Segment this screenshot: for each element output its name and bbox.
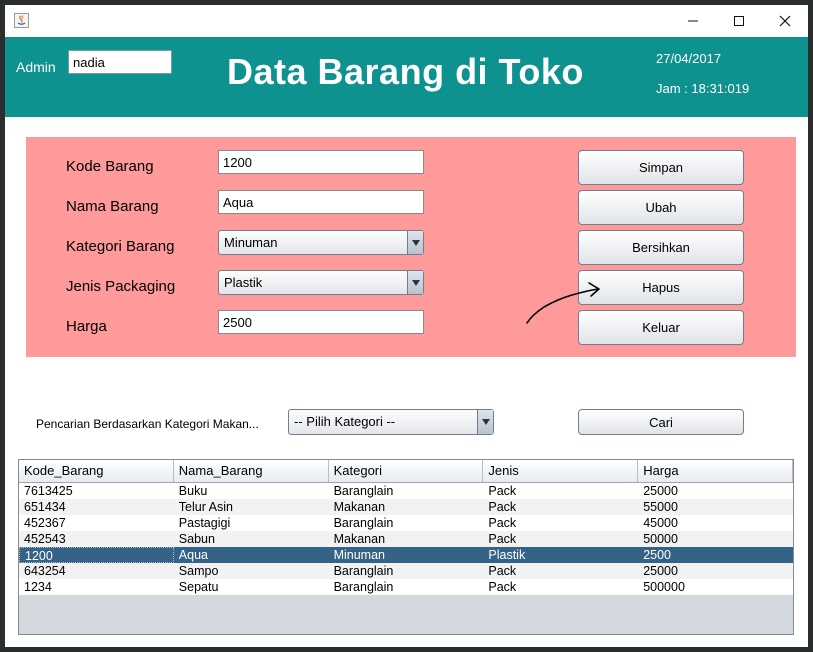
table-cell: 643254 (24, 564, 66, 578)
table-cell: Baranglain (333, 564, 394, 578)
jenis-packaging-dropdown[interactable]: Plastik (218, 270, 424, 295)
bersihkan-button[interactable]: Bersihkan (578, 230, 744, 265)
date-display: 27/04/2017 (656, 51, 722, 66)
jenis-packaging-selected: Plastik (224, 275, 263, 290)
table-cell: 45000 (643, 516, 678, 530)
admin-label: Admin (16, 59, 56, 75)
app-window: Admin nadia Data Barang di Toko 27/04/20… (5, 5, 808, 647)
table-cell: Telur Asin (178, 500, 233, 514)
table-cell: 25000 (643, 564, 678, 578)
chevron-down-icon[interactable] (407, 271, 423, 294)
table-row[interactable]: 7613425 Buku Baranglain Pack 25000 (19, 483, 793, 499)
search-category-label: Pencarian Berdasarkan Kategori Makan... (36, 417, 259, 431)
time-display: Jam : 18:31:019 (656, 81, 750, 96)
table-row[interactable]: 643254 Sampo Baranglain Pack 25000 (19, 563, 793, 579)
hand-drawn-arrow-icon (526, 282, 600, 324)
chevron-down-icon[interactable] (407, 231, 423, 254)
maximize-icon (734, 16, 744, 26)
table-body: 7613425 Buku Baranglain Pack 25000 651434 Telu… (19, 483, 793, 595)
minimize-icon (688, 20, 698, 22)
chevron-down-icon[interactable] (477, 410, 493, 434)
header-banner: Admin nadia Data Barang di Toko 27/04/20… (5, 37, 808, 117)
table-cell: Makanan (333, 500, 386, 514)
table-cell: Sepatu (178, 580, 219, 594)
table-row[interactable]: 651434 Telur Asin Makanan Pack 55000 (19, 499, 793, 515)
table-cell: Baranglain (333, 580, 394, 594)
table-cell: Minuman (333, 548, 386, 562)
close-icon (779, 15, 791, 27)
table-cell: 50000 (643, 532, 678, 546)
jenis-packaging-label: Jenis Packaging (66, 278, 176, 295)
table-cell: Pack (488, 532, 517, 546)
cari-button[interactable]: Cari (578, 409, 744, 435)
table-cell: Aqua (178, 548, 208, 562)
table-cell: 2500 (643, 548, 671, 562)
simpan-button[interactable]: Simpan (578, 150, 744, 185)
kategori-barang-selected: Minuman (224, 235, 278, 250)
kode-barang-label: Kode Barang (66, 158, 154, 175)
table-cell: Pack (488, 500, 517, 514)
column-header-nama-barang[interactable]: Nama_Barang (174, 460, 329, 482)
table-cell: 500000 (643, 580, 685, 594)
table-cell: 1234 (24, 580, 52, 594)
kode-barang-field[interactable]: 1200 (218, 150, 424, 174)
table-cell: Sabun (178, 532, 215, 546)
column-header-harga[interactable]: Harga (638, 460, 793, 482)
column-header-kode-barang[interactable]: Kode_Barang (19, 460, 174, 482)
table-cell: Pack (488, 516, 517, 530)
nama-barang-field[interactable]: Aqua (218, 190, 424, 214)
input-form-panel: Kode Barang 1200 Nama Barang Aqua Katego… (26, 137, 796, 357)
table-cell: Buku (178, 484, 208, 498)
table-cell: Plastik (488, 548, 526, 562)
table-header: Kode_Barang Nama_Barang Kategori Jenis Harga (19, 460, 793, 483)
table-cell: 651434 (24, 500, 66, 514)
table-cell: Sampo (178, 564, 219, 578)
ubah-button[interactable]: Ubah (578, 190, 744, 225)
search-category-selected: -- Pilih Kategori -- (294, 414, 396, 429)
harga-label: Harga (66, 318, 107, 335)
barang-table[interactable]: Kode_Barang Nama_Barang Kategori Jenis Harga… (18, 459, 794, 635)
harga-field[interactable]: 2500 (218, 310, 424, 334)
column-header-kategori[interactable]: Kategori (329, 460, 484, 482)
table-cell: 452367 (24, 516, 66, 530)
table-cell: Baranglain (333, 484, 394, 498)
maximize-button[interactable] (716, 5, 762, 37)
page-title: Data Barang di Toko (227, 51, 584, 92)
kategori-barang-label: Kategori Barang (66, 238, 175, 255)
search-category-dropdown[interactable]: -- Pilih Kategori -- (288, 409, 494, 435)
table-cell: 1200 (19, 547, 174, 563)
nama-barang-label: Nama Barang (66, 198, 159, 215)
admin-name-field[interactable]: nadia (68, 50, 172, 74)
column-header-jenis[interactable]: Jenis (483, 460, 639, 482)
minimize-button[interactable] (670, 5, 716, 37)
table-row[interactable]: 452543 Sabun Makanan Pack 50000 (19, 531, 793, 547)
java-app-icon (14, 13, 29, 28)
table-cell: 7613425 (24, 484, 73, 498)
close-button[interactable] (762, 5, 808, 37)
table-cell: Pack (488, 484, 517, 498)
table-row[interactable]: 1234 Sepatu Baranglain Pack 500000 (19, 579, 793, 595)
table-row[interactable]: 452367 Pastagigi Baranglain Pack 45000 (19, 515, 793, 531)
table-cell: 25000 (643, 484, 678, 498)
title-bar (5, 5, 808, 37)
table-cell: Baranglain (333, 516, 394, 530)
table-cell: Makanan (333, 532, 386, 546)
table-row[interactable]: 1200 Aqua Minuman Plastik 2500 (19, 547, 793, 563)
table-cell: Pastagigi (178, 516, 231, 530)
table-cell: Pack (488, 564, 517, 578)
table-cell: 55000 (643, 500, 678, 514)
kategori-barang-dropdown[interactable]: Minuman (218, 230, 424, 255)
table-cell: Pack (488, 580, 517, 594)
table-cell: 452543 (24, 532, 66, 546)
